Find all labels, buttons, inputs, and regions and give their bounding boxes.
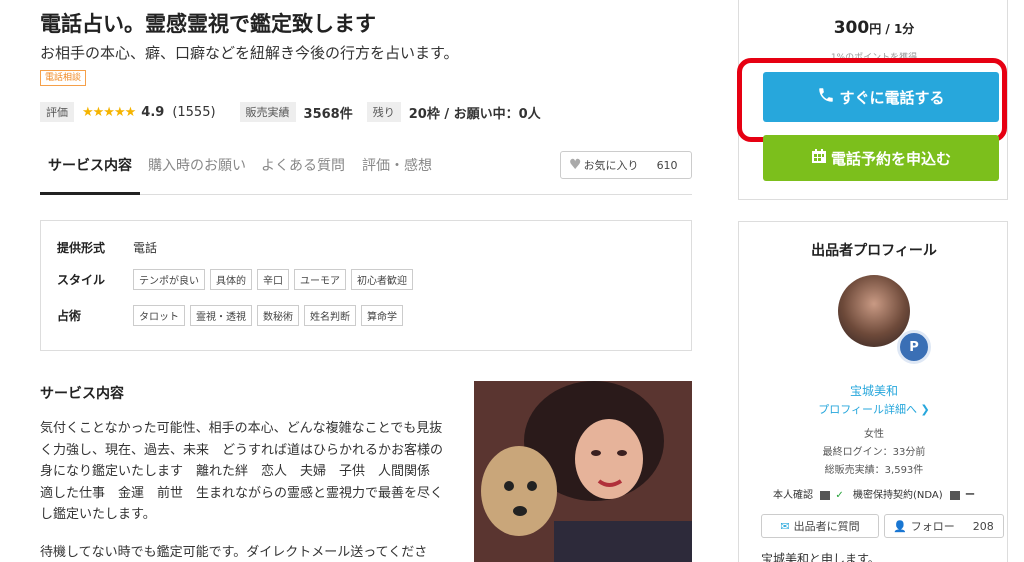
price-amount: 300 bbox=[833, 18, 870, 38]
description-line: 適した仕事 金運 前世 生まれながらの霊感と霊視力で最善を尽く bbox=[40, 485, 444, 501]
stats-bar: 評価 ★★★★★ 4.9 (1555) 販売実績 3568件 残り 20枠 / … bbox=[40, 101, 541, 123]
id-card-icon bbox=[820, 490, 831, 500]
style-chip[interactable]: 具体的 bbox=[210, 269, 252, 290]
service-tabs: サービス内容 購入時のお願い よくある質問 評価・感想 ♥ お気に入り 610 bbox=[40, 151, 692, 195]
tab-reviews[interactable]: 評価・感想 bbox=[362, 155, 432, 175]
style-label: スタイル bbox=[57, 273, 106, 287]
format-row: 提供形式 電話 bbox=[57, 239, 157, 256]
method-chip[interactable]: 算命学 bbox=[361, 305, 403, 326]
photo-woman-with-dog bbox=[474, 381, 692, 562]
tab-purchase-notes[interactable]: 購入時のお願い bbox=[148, 155, 246, 175]
purchase-panel: 300円 / 1分 1%のポイントを獲得 すぐに電話する 電話予約を申込む bbox=[737, 0, 1009, 200]
favorite-count: 610 bbox=[656, 158, 678, 172]
remaining-value: 20枠 / お願い中：0人 bbox=[408, 106, 541, 122]
description-line: く力強し、現在、過去、未来 どうすれば道はひらかれるかお客様の bbox=[40, 442, 444, 458]
phone-icon bbox=[817, 86, 835, 108]
nda-doc-icon bbox=[949, 490, 960, 500]
mail-icon: ✉ bbox=[780, 519, 790, 533]
style-chip[interactable]: テンポが良い bbox=[133, 269, 205, 290]
style-row: スタイル テンポが良い 具体的 辛口 ユーモア 初心者歓迎 bbox=[57, 269, 418, 290]
description-line: 身になり鑑定いたします 離れた絆 恋人 夫婦 子供 人間関係 bbox=[40, 464, 431, 479]
verification-row: 本人確認 ✓ 機密保持契約(NDA) ー bbox=[739, 486, 1009, 501]
method-label: 占術 bbox=[57, 309, 82, 323]
method-chip[interactable]: タロット bbox=[133, 305, 185, 326]
price-unit: 円 / 1分 bbox=[869, 22, 915, 36]
style-chip[interactable]: 初心者歓迎 bbox=[351, 269, 413, 290]
method-chip[interactable]: 姓名判断 bbox=[304, 305, 356, 326]
favorite-label: お気に入り bbox=[583, 159, 639, 172]
rating-count[interactable]: (1555) bbox=[172, 105, 215, 120]
method-row: 占術 タロット 霊視・透視 数秘術 姓名判断 算命学 bbox=[57, 305, 408, 326]
nda-status: ー bbox=[964, 490, 975, 501]
sales-label: 販売実績 bbox=[239, 102, 296, 122]
rating-stars-icon: ★★★★★ bbox=[82, 104, 136, 120]
style-chip[interactable]: 辛口 bbox=[257, 269, 289, 290]
seller-gender: 女性 bbox=[864, 429, 884, 440]
profile-detail-link[interactable]: プロフィール詳細へ ❯ bbox=[739, 401, 1009, 417]
reserve-call-label: 電話予約を申込む bbox=[830, 149, 951, 168]
profile-title: 出品者プロフィール bbox=[811, 243, 937, 259]
favorite-button[interactable]: ♥ お気に入り 610 bbox=[560, 151, 692, 179]
category-tag[interactable]: 電話相談 bbox=[40, 70, 87, 86]
rating-value: 4.9 bbox=[141, 104, 165, 120]
follow-label: フォロー bbox=[910, 520, 955, 533]
page-title: 電話占い。霊感霊視で鑑定致します bbox=[40, 12, 376, 36]
pro-badge-icon: P bbox=[897, 330, 931, 364]
service-info-box: 提供形式 電話 スタイル テンポが良い 具体的 辛口 ユーモア 初心者歓迎 占術… bbox=[40, 220, 692, 351]
method-chip[interactable]: 数秘術 bbox=[257, 305, 299, 326]
heart-icon: ♥ bbox=[569, 157, 582, 173]
ask-seller-label: 出品者に質問 bbox=[793, 520, 860, 533]
identity-verified-label: 本人確認 bbox=[773, 490, 813, 501]
seller-profile: 出品者プロフィール P 宝城美和 プロフィール詳細へ ❯ 女性 最終ログイン：3… bbox=[738, 221, 1008, 562]
description-line: し鑑定いたします。 bbox=[40, 507, 156, 522]
reserve-call-button[interactable]: 電話予約を申込む bbox=[763, 135, 999, 181]
service-photo[interactable] bbox=[474, 381, 692, 562]
method-chip[interactable]: 霊視・透視 bbox=[190, 305, 252, 326]
remaining-label: 残り bbox=[366, 102, 401, 122]
total-sales: 総販売実績：3,593件 bbox=[824, 465, 924, 476]
check-icon: ✓ bbox=[835, 490, 844, 501]
call-now-label: すぐに電話する bbox=[839, 88, 945, 107]
active-tab-indicator bbox=[40, 192, 140, 195]
profile-intro: 宝城美和と申します。 bbox=[761, 552, 880, 562]
follow-count: 208 bbox=[972, 519, 994, 533]
description-line: 気付くことなかった可能性、相手の本心、どんな複雑なことでも見抜 bbox=[40, 421, 443, 436]
calendar-icon bbox=[811, 148, 827, 168]
page-subtitle: お相手の本心、癖、口癖などを紐解き今後の行方を占います。 bbox=[40, 44, 459, 62]
price: 300円 / 1分 bbox=[739, 18, 1009, 38]
sales-value: 3568件 bbox=[303, 106, 353, 122]
call-now-button[interactable]: すぐに電話する bbox=[763, 72, 999, 122]
service-section-title: サービス内容 bbox=[40, 386, 124, 402]
nda-label: 機密保持契約(NDA) bbox=[852, 490, 943, 501]
ask-seller-button[interactable]: ✉ 出品者に質問 bbox=[761, 514, 879, 538]
last-login: 最終ログイン：33分前 bbox=[822, 447, 926, 458]
tab-faq[interactable]: よくある質問 bbox=[261, 155, 345, 175]
follow-button[interactable]: 👤 フォロー 208 bbox=[884, 514, 1004, 538]
points-note: 1%のポイントを獲得 bbox=[830, 53, 918, 63]
service-description: 気付くことなかった可能性、相手の本心、どんな複雑なことでも見抜 く力強し、現在、… bbox=[40, 418, 455, 526]
seller-name[interactable]: 宝城美和 bbox=[739, 382, 1009, 399]
tab-service-content[interactable]: サービス内容 bbox=[48, 155, 132, 175]
description-line: 待機してない時でも鑑定可能です。ダイレクトメール送ってくださ bbox=[40, 545, 428, 560]
rating-label: 評価 bbox=[40, 102, 74, 122]
style-chip[interactable]: ユーモア bbox=[294, 269, 346, 290]
format-label: 提供形式 bbox=[57, 241, 106, 255]
add-user-icon: 👤 bbox=[893, 519, 907, 533]
format-value: 電話 bbox=[133, 241, 158, 255]
